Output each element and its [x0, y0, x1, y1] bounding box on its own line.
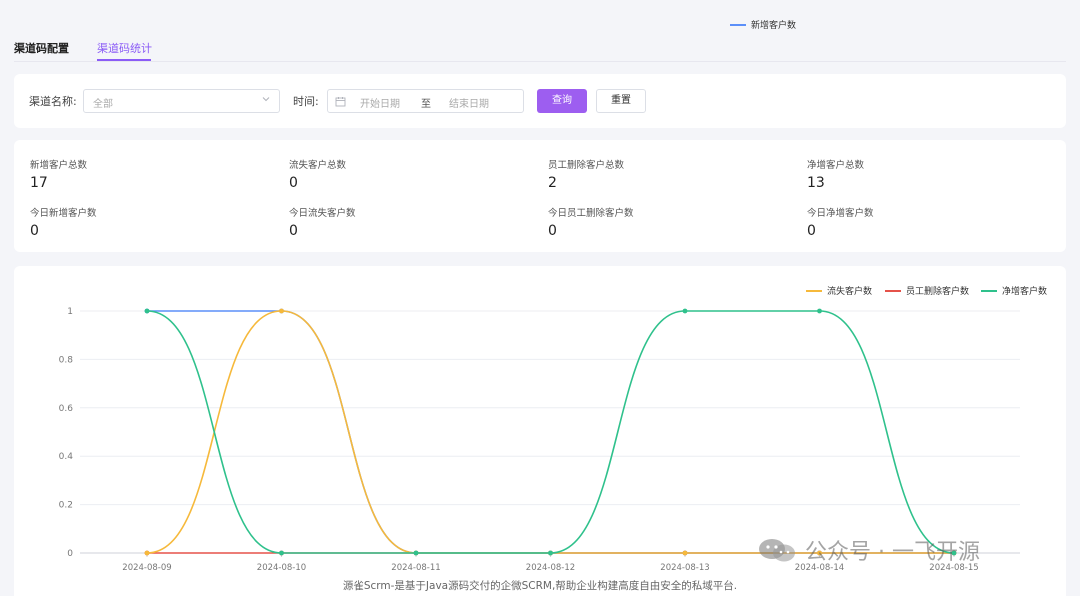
wechat-icon [759, 539, 795, 562]
series-line [146, 310, 955, 554]
data-point [144, 550, 150, 556]
data-point [682, 550, 688, 556]
x-tick-label: 2024-08-13 [660, 563, 709, 573]
y-tick-label: 0.8 [59, 355, 74, 365]
watermark: 公众号 · 一飞开源 [757, 534, 980, 566]
data-point [548, 550, 553, 556]
data-point [413, 550, 419, 556]
footer-caption: 源雀Scrm-是基于Java源码交付的企微SCRM,帮助企业构建高度自由安全的私… [342, 580, 738, 592]
series-line [147, 310, 954, 554]
series-line [146, 310, 954, 554]
y-tick-label: 0.6 [59, 404, 74, 414]
y-tick-label: 0.4 [59, 452, 74, 462]
y-tick-label: 0.2 [59, 501, 73, 511]
line-chart: 0 0.2 0.4 0.6 0.8 1 2024-08-09 2024-08-10 2024-0… [59, 307, 1020, 573]
x-tick-label: 2024-08-09 [122, 563, 171, 573]
y-tick-label: 0 [67, 549, 73, 559]
x-tick-label: 2024-08-12 [526, 563, 575, 573]
x-tick-label: 2024-08-10 [257, 563, 306, 573]
data-point [144, 308, 150, 314]
data-point [279, 550, 284, 556]
x-tick-label: 2024-08-11 [391, 563, 440, 573]
y-tick-label: 1 [67, 307, 73, 317]
watermark-text: 公众号 · 一飞开源 [805, 540, 980, 565]
data-point [817, 308, 822, 314]
data-point [279, 308, 284, 314]
data-point [682, 308, 688, 314]
